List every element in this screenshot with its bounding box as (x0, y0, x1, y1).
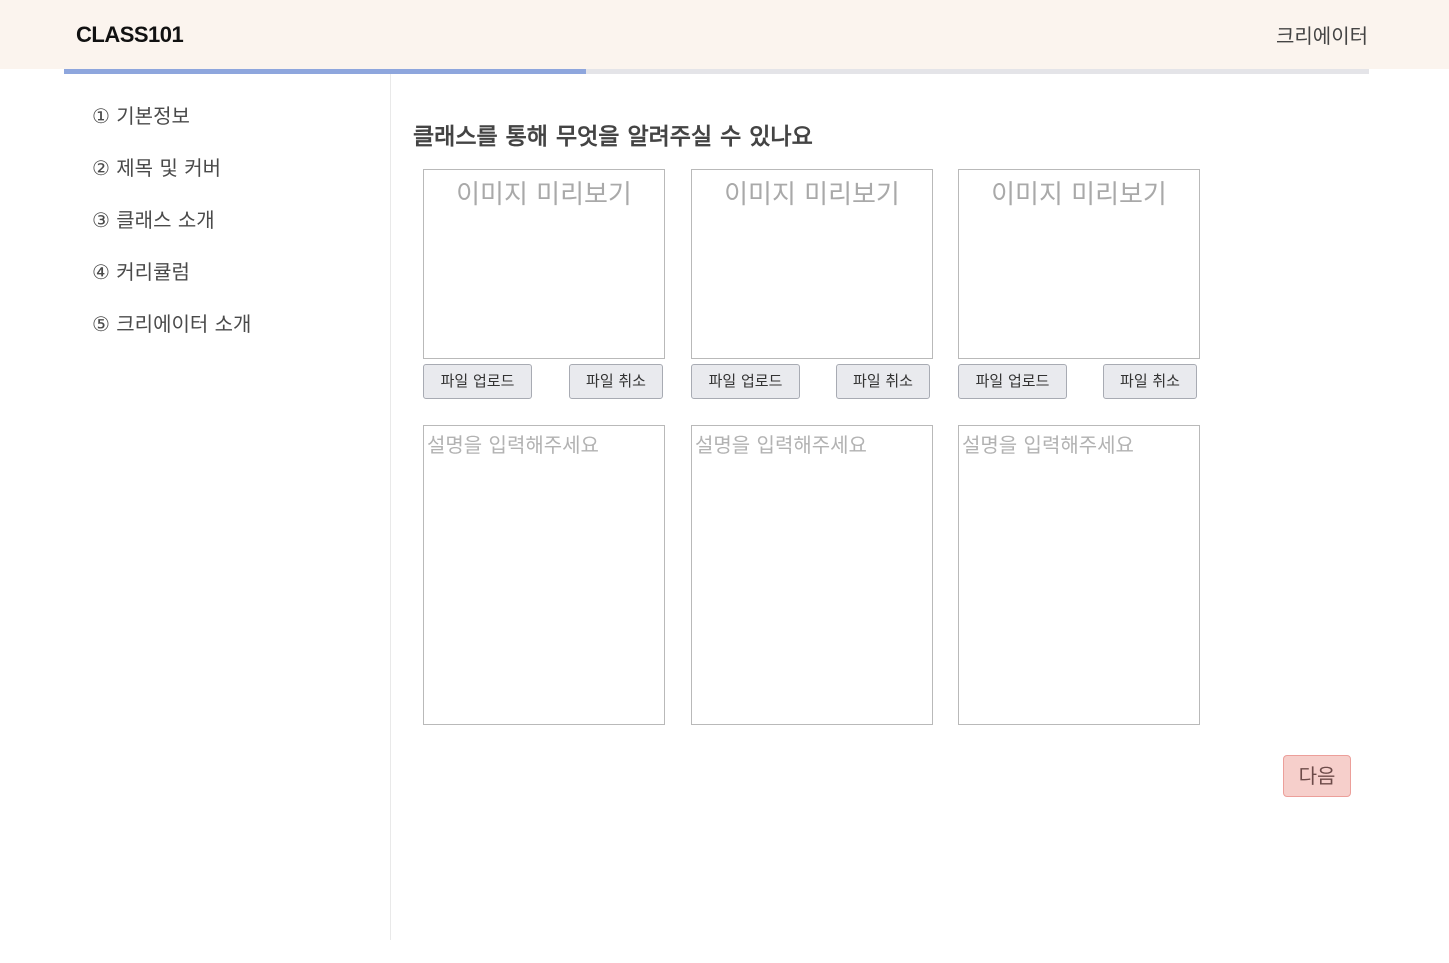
sidebar-step-title-cover[interactable]: ② 제목 및 커버 (92, 152, 221, 181)
file-cancel-button[interactable]: 파일 취소 (569, 364, 663, 399)
step-sidebar: ① 기본정보 ② 제목 및 커버 ③ 클래스 소개 ④ 커리큘럼 ⑤ 크리에이터… (0, 74, 391, 940)
image-preview-label: 이미지 미리보기 (456, 180, 632, 210)
sidebar-step-creator-intro[interactable]: ⑤ 크리에이터 소개 (92, 308, 251, 337)
sidebar-step-basic-info[interactable]: ① 기본정보 (92, 100, 190, 129)
description-input[interactable] (958, 425, 1200, 725)
class101-logo[interactable]: CLASS101 (76, 22, 184, 48)
image-preview: 이미지 미리보기 (691, 169, 933, 359)
sidebar-step-curriculum[interactable]: ④ 커리큘럼 (92, 256, 190, 285)
description-input[interactable] (423, 425, 665, 725)
file-upload-button[interactable]: 파일 업로드 (691, 364, 800, 399)
file-cancel-button[interactable]: 파일 취소 (836, 364, 930, 399)
top-header: CLASS101 크리에이터 (0, 0, 1449, 69)
next-button[interactable]: 다음 (1283, 755, 1351, 797)
sidebar-step-class-intro[interactable]: ③ 클래스 소개 (92, 204, 215, 233)
image-preview-label: 이미지 미리보기 (991, 180, 1167, 210)
creator-link[interactable]: 크리에이터 (1276, 20, 1368, 49)
image-preview: 이미지 미리보기 (958, 169, 1200, 359)
image-preview-label: 이미지 미리보기 (724, 180, 900, 210)
image-preview: 이미지 미리보기 (423, 169, 665, 359)
page-title: 클래스를 통해 무엇을 알려주실 수 있나요 (413, 124, 813, 150)
description-input[interactable] (691, 425, 933, 725)
file-upload-button[interactable]: 파일 업로드 (423, 364, 532, 399)
file-upload-button[interactable]: 파일 업로드 (958, 364, 1067, 399)
file-cancel-button[interactable]: 파일 취소 (1103, 364, 1197, 399)
